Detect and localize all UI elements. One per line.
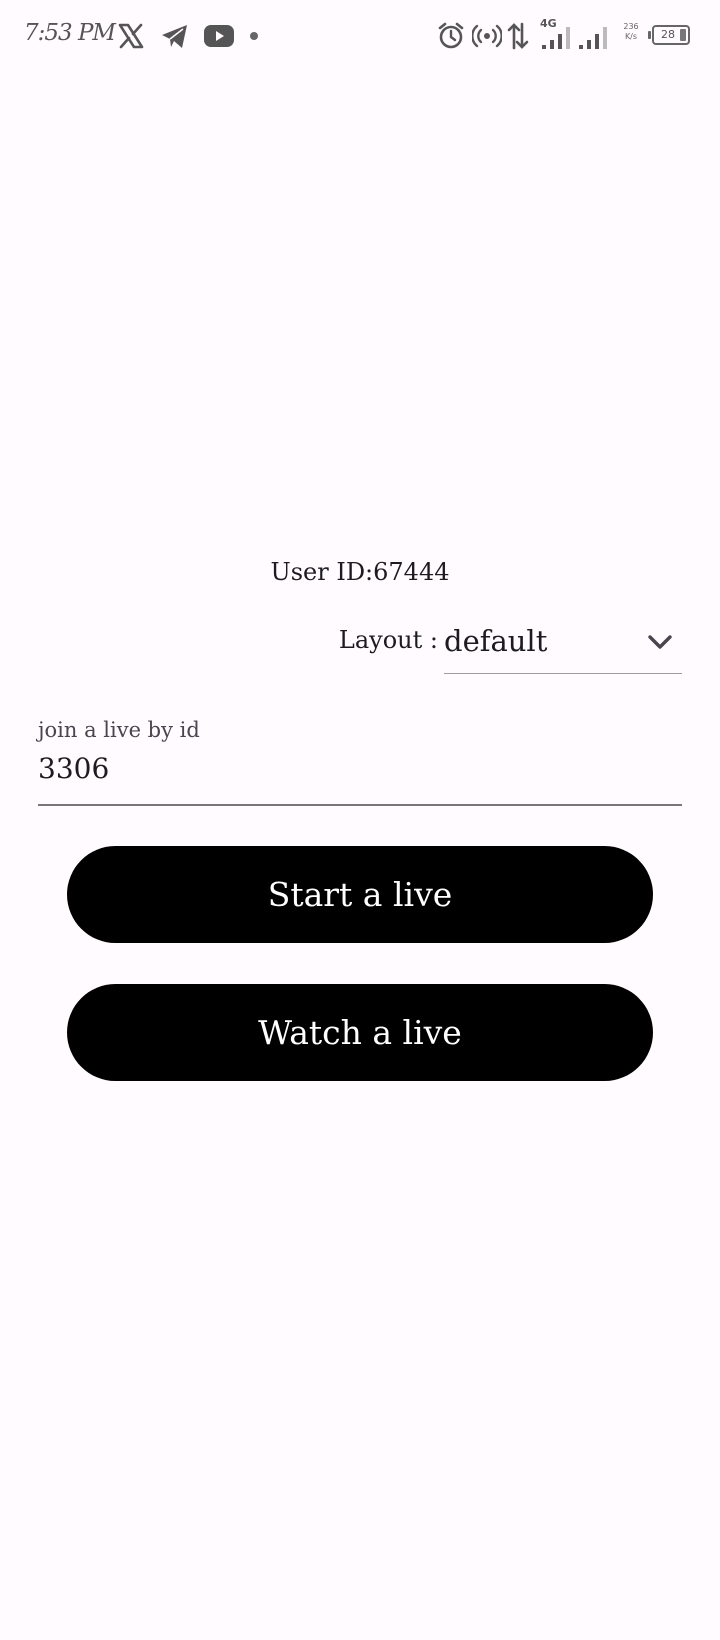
layout-label: Layout : <box>338 626 438 654</box>
signal-icon-2 <box>576 19 610 53</box>
battery-level: 28 <box>661 28 675 41</box>
status-bar: 7:53 PM 4G 236 K/s 28 <box>0 0 720 72</box>
network-type: 4G <box>540 17 557 30</box>
battery-cap <box>648 31 651 39</box>
start-live-button[interactable]: Start a live <box>67 846 653 943</box>
telegram-icon <box>158 19 192 53</box>
battery-fill <box>680 29 686 41</box>
data-arrows-icon <box>506 19 530 53</box>
join-live-field: join a live by id <box>38 714 682 806</box>
net-speed-unit: K/s <box>624 32 638 41</box>
status-time: 7:53 PM <box>24 20 116 46</box>
chevron-down-icon <box>646 630 674 654</box>
signal-icon: 4G <box>538 17 574 53</box>
youtube-icon <box>202 19 236 53</box>
user-id-label: User ID:67444 <box>270 558 450 586</box>
notification-dot-icon <box>246 19 262 53</box>
alarm-icon <box>434 19 468 53</box>
join-live-label: join a live by id <box>38 718 200 742</box>
layout-dropdown[interactable]: default <box>444 614 682 674</box>
layout-selected-value: default <box>444 624 548 658</box>
x-icon <box>114 19 148 53</box>
battery-icon: 28 <box>652 25 690 45</box>
watch-live-button[interactable]: Watch a live <box>67 984 653 1081</box>
join-live-input[interactable] <box>38 752 678 785</box>
hotspot-icon <box>470 19 504 53</box>
net-speed: 236 K/s <box>620 22 642 42</box>
net-speed-value: 236 <box>623 22 639 31</box>
